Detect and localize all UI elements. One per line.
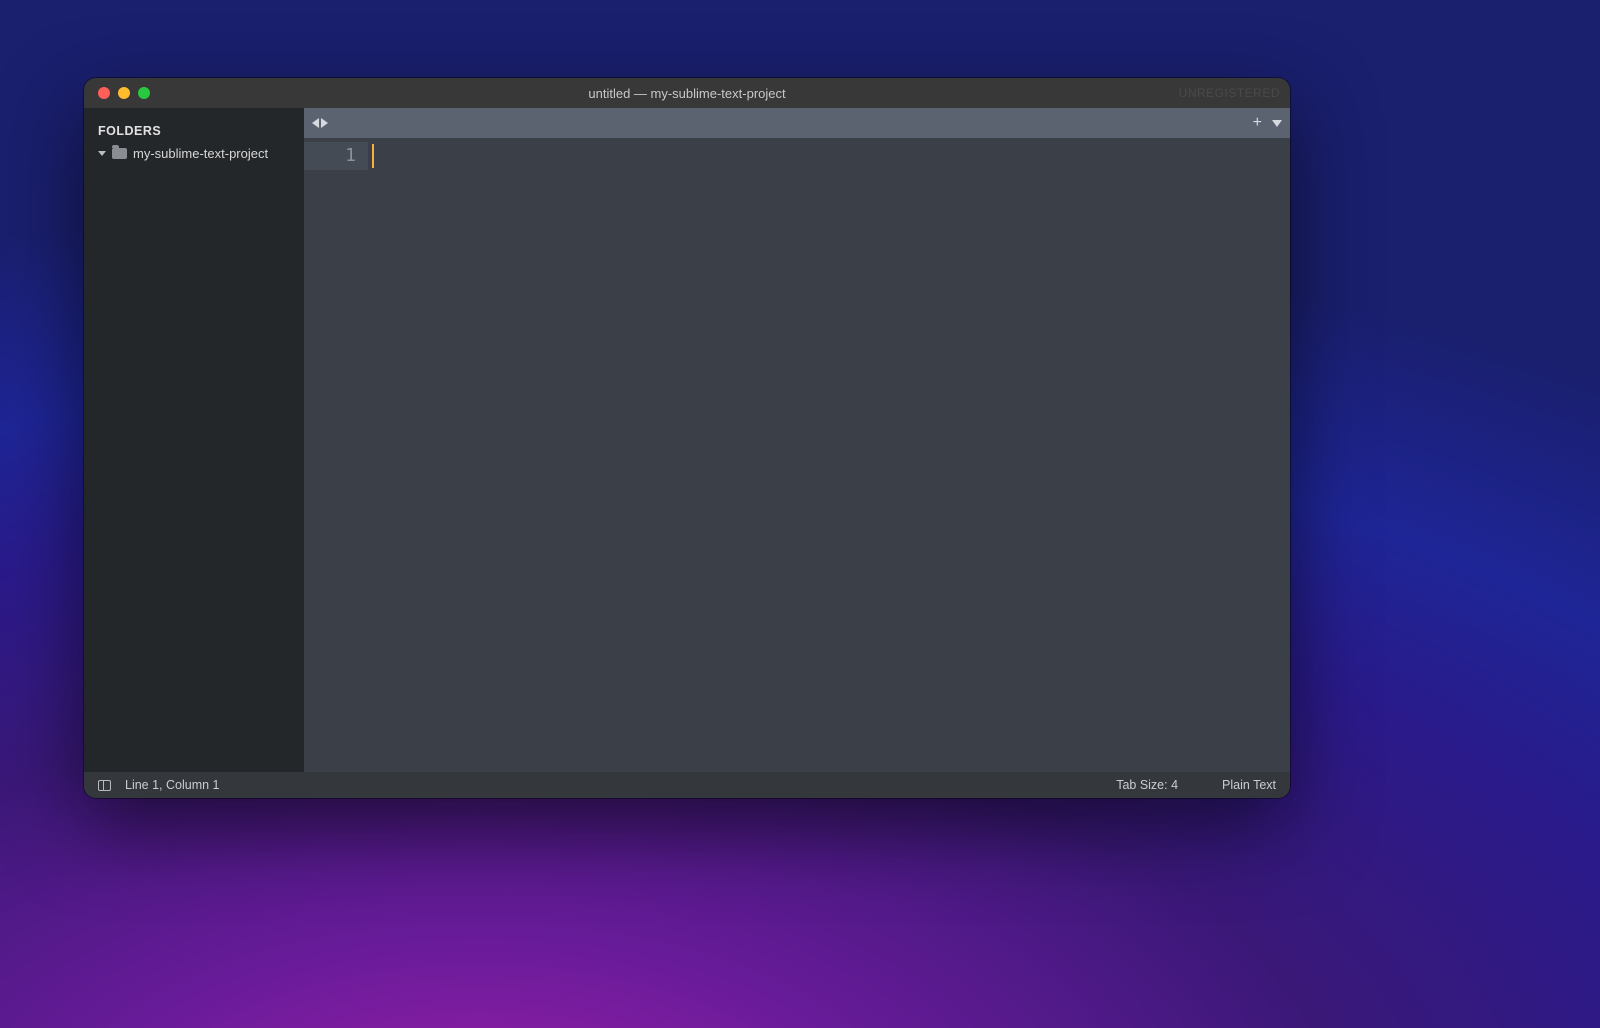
- text-editor-area[interactable]: [368, 138, 1290, 772]
- chevron-down-icon[interactable]: [98, 151, 106, 156]
- tab-bar[interactable]: +: [304, 108, 1290, 138]
- editor-pane: + 1: [304, 108, 1290, 772]
- tab-history-nav: [312, 118, 328, 128]
- body-area: FOLDERS my-sublime-text-project +: [84, 108, 1290, 772]
- registration-badge: UNREGISTERED: [1179, 86, 1280, 100]
- sidebar: FOLDERS my-sublime-text-project: [84, 108, 304, 772]
- window-controls: [84, 87, 150, 99]
- close-window-button[interactable]: [98, 87, 110, 99]
- sidebar-folder-label: my-sublime-text-project: [133, 146, 268, 161]
- status-syntax[interactable]: Plain Text: [1222, 778, 1276, 792]
- titlebar[interactable]: untitled — my-sublime-text-project UNREG…: [84, 78, 1290, 108]
- line-number: 1: [304, 142, 368, 170]
- editor-body: 1: [304, 138, 1290, 772]
- nav-back-icon[interactable]: [312, 118, 319, 128]
- sidebar-section-header: FOLDERS: [84, 116, 304, 144]
- sidebar-folder-row[interactable]: my-sublime-text-project: [84, 144, 304, 163]
- status-bar: Line 1, Column 1 Tab Size: 4 Plain Text: [84, 772, 1290, 798]
- status-cursor-position[interactable]: Line 1, Column 1: [125, 778, 220, 792]
- line-number-gutter[interactable]: 1: [304, 138, 368, 772]
- window-title: untitled — my-sublime-text-project: [84, 86, 1290, 101]
- status-tab-size[interactable]: Tab Size: 4: [1116, 778, 1178, 792]
- text-cursor: [372, 144, 374, 168]
- zoom-window-button[interactable]: [138, 87, 150, 99]
- app-window: untitled — my-sublime-text-project UNREG…: [84, 78, 1290, 798]
- tab-dropdown-icon[interactable]: [1272, 120, 1282, 127]
- panel-toggle-icon[interactable]: [98, 780, 111, 791]
- folder-icon: [112, 148, 127, 159]
- nav-forward-icon[interactable]: [321, 118, 328, 128]
- minimize-window-button[interactable]: [118, 87, 130, 99]
- new-tab-icon[interactable]: +: [1253, 115, 1262, 131]
